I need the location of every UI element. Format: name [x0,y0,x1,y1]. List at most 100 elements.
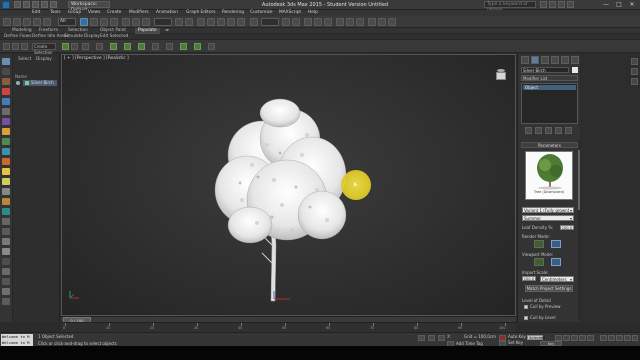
search-icon[interactable] [540,1,547,8]
curve-editor-icon[interactable] [336,18,344,26]
simulate-icon[interactable] [82,43,89,50]
ribbon-tool-7-icon[interactable] [194,43,201,50]
right-tool-1-icon[interactable] [631,58,638,65]
viewport-tree-icon[interactable] [534,258,544,266]
ribbon-tool-6-icon[interactable] [180,43,187,50]
help-icon[interactable] [567,1,574,8]
x-coordinate[interactable]: X: [447,334,451,339]
explorer-row-silver-birch[interactable]: Silver Birch [16,80,57,86]
explorer-column-name[interactable]: Name [15,74,27,79]
filter-hidden-icon[interactable] [2,178,10,185]
move-icon[interactable] [122,18,130,26]
sync-selection-icon[interactable] [2,228,10,235]
utilities-tab-icon[interactable] [571,56,579,64]
filter-objectxrefs-icon[interactable] [2,138,10,145]
select-object-icon[interactable] [80,18,88,26]
ribbon-tool-1-icon[interactable] [110,43,117,50]
key-mode-dropdown[interactable]: Selected [527,334,545,340]
viewport-proxy-icon[interactable] [551,258,561,266]
go-to-end-icon[interactable] [587,335,594,341]
schematic-view-icon[interactable] [346,18,354,26]
zoom-icon[interactable] [600,335,607,341]
filter-helpers-icon[interactable] [2,108,10,115]
sort-icon[interactable] [2,238,10,245]
filter-bones-icon[interactable] [2,148,10,155]
orbit-icon[interactable] [616,335,623,341]
filter-containers-icon[interactable] [2,158,10,165]
ribbon-tool-4-icon[interactable] [152,43,159,50]
import-scale-spinner[interactable]: 100.0 [522,276,536,281]
create-tab-icon[interactable] [521,56,529,64]
set-key-label[interactable]: Set Key [508,340,523,345]
unlink-icon[interactable] [33,18,41,26]
selection-set-dropdown[interactable]: Create Selection Se [32,43,56,61]
filter-spacewarps-icon[interactable] [2,118,10,125]
tool-21-icon[interactable] [2,258,10,265]
explorer-tab-select[interactable]: Select [18,57,31,62]
layer-explorer-icon[interactable] [304,18,312,26]
track-bar[interactable]: 0 10 20 30 40 50 60 70 80 90 100 [61,322,516,332]
pivot-center-icon[interactable] [175,18,183,26]
close-button[interactable]: ✕ [626,0,638,9]
undo-icon[interactable] [41,1,48,8]
undo-tool-icon[interactable] [3,18,11,26]
filter-groups-icon[interactable] [2,128,10,135]
object-name-field[interactable]: Silver Birch [521,67,569,73]
rendered-frame-icon[interactable] [378,18,386,26]
tool-24-icon[interactable] [2,288,10,295]
stack-item-object[interactable]: Object [523,85,576,90]
material-editor-icon[interactable] [356,18,364,26]
filter-geometry-icon[interactable] [2,68,10,75]
rectangular-selection-icon[interactable] [100,18,108,26]
edit-named-selection-icon[interactable] [250,18,258,26]
render-proxy-icon[interactable] [551,240,561,248]
play-animation-icon[interactable] [571,335,578,341]
modifier-list-dropdown[interactable]: Modifier List [521,75,578,81]
align-icon[interactable] [292,18,300,26]
ribbon-tool-3-icon[interactable] [138,43,145,50]
save-file-icon[interactable] [32,1,39,8]
object-color-swatch[interactable] [572,67,578,73]
search-input[interactable]: Type a keyword or phrase [484,1,536,13]
match-project-settings-button[interactable]: Match Project Settings [525,285,573,292]
perspective-viewport[interactable]: [ + ] [Perspective ] [Realistic ] [61,54,516,316]
auto-key-label[interactable]: Auto Key [508,334,526,339]
filter-shapes-icon[interactable] [2,78,10,85]
star-icon[interactable] [558,1,565,8]
modify-tab-icon[interactable] [531,56,539,64]
parameters-rollout[interactable]: Parameters [521,142,578,148]
select-manipulate-icon[interactable] [185,18,193,26]
maxscript-listener[interactable]: Welcome to M Welcome to M [1,334,33,346]
bind-space-warp-icon[interactable] [43,18,51,26]
ribbon-tool-5-icon[interactable] [166,43,173,50]
minimize-button[interactable]: — [600,0,612,9]
right-tool-2-icon[interactable] [631,68,638,75]
hierarchy-tab-icon[interactable] [541,56,549,64]
pan-icon[interactable] [624,335,631,341]
tool-25-icon[interactable] [2,298,10,305]
silver-birch-tree[interactable] [192,95,362,305]
reference-coordinate-dropdown[interactable] [154,18,172,26]
maximize-button[interactable]: □ [613,0,625,9]
idle-area-icon[interactable] [71,43,78,50]
ribbon-tool-8-icon[interactable] [208,43,215,50]
angle-snap-icon[interactable] [217,18,225,26]
keyboard-shortcut-icon[interactable] [197,18,205,26]
absolute-mode-icon[interactable] [438,335,445,341]
filter-lights-icon[interactable] [2,88,10,95]
variant-dropdown[interactable]: Variant 1 (Fully grown) [522,207,574,213]
named-selection-dropdown[interactable] [261,18,279,26]
render-production-icon[interactable] [388,18,396,26]
layer-icon[interactable] [21,43,28,50]
visibility-icon[interactable] [16,81,20,85]
display-none-icon[interactable] [2,198,10,205]
maximize-viewport-icon[interactable] [632,335,638,341]
make-unique-icon[interactable] [545,127,552,134]
next-frame-icon[interactable] [579,335,586,341]
render-tree-icon[interactable] [534,240,544,248]
pin-stack-icon[interactable] [525,127,532,134]
render-setup-icon[interactable] [368,18,376,26]
filter-frozen-icon[interactable] [2,168,10,175]
mirror-icon[interactable] [282,18,290,26]
zoom-all-icon[interactable] [608,335,615,341]
